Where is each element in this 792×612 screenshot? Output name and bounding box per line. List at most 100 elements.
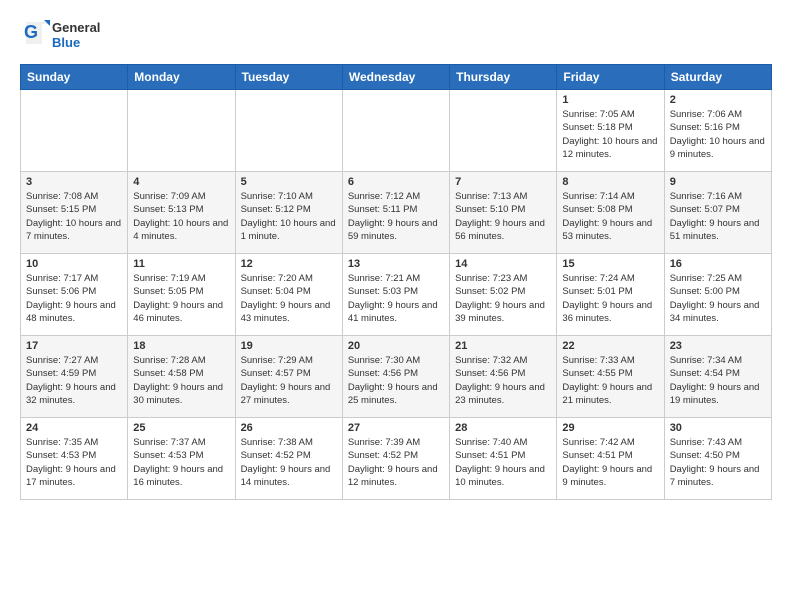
day-info: Sunrise: 7:20 AM Sunset: 5:04 PM Dayligh…	[241, 272, 337, 325]
day-number: 23	[670, 340, 766, 352]
page: General Blue G SundayMondayTuesdayWednes…	[0, 0, 792, 510]
calendar-week-2: 3 Sunrise: 7:08 AM Sunset: 5:15 PM Daylig…	[21, 172, 772, 254]
calendar-cell: 4 Sunrise: 7:09 AM Sunset: 5:13 PM Daylig…	[128, 172, 235, 254]
calendar-cell: 6 Sunrise: 7:12 AM Sunset: 5:11 PM Daylig…	[342, 172, 449, 254]
day-number: 26	[241, 422, 337, 434]
calendar-cell: 10 Sunrise: 7:17 AM Sunset: 5:06 PM Dayli…	[21, 254, 128, 336]
calendar-cell	[450, 90, 557, 172]
day-number: 14	[455, 258, 551, 270]
day-info: Sunrise: 7:43 AM Sunset: 4:50 PM Dayligh…	[670, 436, 766, 489]
calendar-week-1: 1 Sunrise: 7:05 AM Sunset: 5:18 PM Daylig…	[21, 90, 772, 172]
calendar-cell: 21Sunrise: 7:32 AM Sunset: 4:56 PM Dayli…	[450, 336, 557, 418]
day-number: 19	[241, 340, 337, 352]
calendar-cell: 5Sunrise: 7:10 AM Sunset: 5:12 PM Daylig…	[235, 172, 342, 254]
day-info: Sunrise: 7:38 AM Sunset: 4:52 PM Dayligh…	[241, 436, 337, 489]
day-number: 9	[670, 176, 766, 188]
calendar-cell: 23 Sunrise: 7:34 AM Sunset: 4:54 PM Dayli…	[664, 336, 771, 418]
calendar-cell	[21, 90, 128, 172]
calendar-cell: 27Sunrise: 7:39 AM Sunset: 4:52 PM Dayli…	[342, 418, 449, 500]
svg-text:G: G	[24, 22, 38, 42]
logo: General Blue G	[20, 16, 110, 52]
day-number: 22	[562, 340, 658, 352]
day-number: 25	[133, 422, 229, 434]
day-number: 4	[133, 176, 229, 188]
day-info: Sunrise: 7:37 AM Sunset: 4:53 PM Dayligh…	[133, 436, 229, 489]
svg-text:Blue: Blue	[52, 35, 80, 50]
calendar-header-saturday: Saturday	[664, 65, 771, 90]
day-number: 10	[26, 258, 122, 270]
day-info: Sunrise: 7:34 AM Sunset: 4:54 PM Dayligh…	[670, 354, 766, 407]
day-number: 29	[562, 422, 658, 434]
day-info: Sunrise: 7:40 AM Sunset: 4:51 PM Dayligh…	[455, 436, 551, 489]
day-info: Sunrise: 7:29 AM Sunset: 4:57 PM Dayligh…	[241, 354, 337, 407]
day-info: Sunrise: 7:05 AM Sunset: 5:18 PM Dayligh…	[562, 108, 658, 161]
day-info: Sunrise: 7:17 AM Sunset: 5:06 PM Dayligh…	[26, 272, 122, 325]
calendar-week-3: 10 Sunrise: 7:17 AM Sunset: 5:06 PM Dayli…	[21, 254, 772, 336]
calendar-cell: 19 Sunrise: 7:29 AM Sunset: 4:57 PM Dayli…	[235, 336, 342, 418]
calendar-cell: 11Sunrise: 7:19 AM Sunset: 5:05 PM Dayli…	[128, 254, 235, 336]
calendar-week-4: 17 Sunrise: 7:27 AM Sunset: 4:59 PM Dayli…	[21, 336, 772, 418]
day-info: Sunrise: 7:13 AM Sunset: 5:10 PM Dayligh…	[455, 190, 551, 243]
calendar-cell: 24 Sunrise: 7:35 AM Sunset: 4:53 PM Dayli…	[21, 418, 128, 500]
day-number: 8	[562, 176, 658, 188]
day-number: 17	[26, 340, 122, 352]
day-info: Sunrise: 7:09 AM Sunset: 5:13 PM Dayligh…	[133, 190, 229, 243]
day-info: Sunrise: 7:33 AM Sunset: 4:55 PM Dayligh…	[562, 354, 658, 407]
day-info: Sunrise: 7:23 AM Sunset: 5:02 PM Dayligh…	[455, 272, 551, 325]
calendar-header-monday: Monday	[128, 65, 235, 90]
day-number: 21	[455, 340, 551, 352]
calendar-header-friday: Friday	[557, 65, 664, 90]
day-info: Sunrise: 7:06 AM Sunset: 5:16 PM Dayligh…	[670, 108, 766, 161]
day-info: Sunrise: 7:16 AM Sunset: 5:07 PM Dayligh…	[670, 190, 766, 243]
calendar-cell: 22 Sunrise: 7:33 AM Sunset: 4:55 PM Dayli…	[557, 336, 664, 418]
calendar-cell: 13 Sunrise: 7:21 AM Sunset: 5:03 PM Dayli…	[342, 254, 449, 336]
day-number: 1	[562, 94, 658, 106]
day-info: Sunrise: 7:30 AM Sunset: 4:56 PM Dayligh…	[348, 354, 444, 407]
svg-text:General: General	[52, 20, 100, 35]
day-info: Sunrise: 7:35 AM Sunset: 4:53 PM Dayligh…	[26, 436, 122, 489]
day-info: Sunrise: 7:24 AM Sunset: 5:01 PM Dayligh…	[562, 272, 658, 325]
day-number: 24	[26, 422, 122, 434]
calendar-header-thursday: Thursday	[450, 65, 557, 90]
day-number: 5	[241, 176, 337, 188]
calendar-cell: 18 Sunrise: 7:28 AM Sunset: 4:58 PM Dayli…	[128, 336, 235, 418]
calendar-cell: 9 Sunrise: 7:16 AM Sunset: 5:07 PM Daylig…	[664, 172, 771, 254]
calendar-cell: 14 Sunrise: 7:23 AM Sunset: 5:02 PM Dayli…	[450, 254, 557, 336]
calendar-cell: 16 Sunrise: 7:25 AM Sunset: 5:00 PM Dayli…	[664, 254, 771, 336]
day-number: 28	[455, 422, 551, 434]
calendar-cell: 8Sunrise: 7:14 AM Sunset: 5:08 PM Daylig…	[557, 172, 664, 254]
calendar-header-row: SundayMondayTuesdayWednesdayThursdayFrid…	[21, 65, 772, 90]
day-info: Sunrise: 7:27 AM Sunset: 4:59 PM Dayligh…	[26, 354, 122, 407]
day-number: 27	[348, 422, 444, 434]
calendar-header-wednesday: Wednesday	[342, 65, 449, 90]
day-number: 13	[348, 258, 444, 270]
day-number: 20	[348, 340, 444, 352]
calendar-cell: 25 Sunrise: 7:37 AM Sunset: 4:53 PM Dayli…	[128, 418, 235, 500]
day-number: 11	[133, 258, 229, 270]
day-number: 6	[348, 176, 444, 188]
calendar-week-5: 24 Sunrise: 7:35 AM Sunset: 4:53 PM Dayli…	[21, 418, 772, 500]
day-number: 3	[26, 176, 122, 188]
day-info: Sunrise: 7:21 AM Sunset: 5:03 PM Dayligh…	[348, 272, 444, 325]
calendar-cell: 3 Sunrise: 7:08 AM Sunset: 5:15 PM Daylig…	[21, 172, 128, 254]
day-number: 18	[133, 340, 229, 352]
calendar-cell: 2 Sunrise: 7:06 AM Sunset: 5:16 PM Daylig…	[664, 90, 771, 172]
calendar-cell	[128, 90, 235, 172]
calendar-cell: 20 Sunrise: 7:30 AM Sunset: 4:56 PM Dayli…	[342, 336, 449, 418]
day-number: 2	[670, 94, 766, 106]
calendar-cell	[342, 90, 449, 172]
day-info: Sunrise: 7:28 AM Sunset: 4:58 PM Dayligh…	[133, 354, 229, 407]
day-number: 16	[670, 258, 766, 270]
day-info: Sunrise: 7:25 AM Sunset: 5:00 PM Dayligh…	[670, 272, 766, 325]
calendar-cell: 26 Sunrise: 7:38 AM Sunset: 4:52 PM Dayli…	[235, 418, 342, 500]
calendar: SundayMondayTuesdayWednesdayThursdayFrid…	[20, 64, 772, 500]
day-info: Sunrise: 7:12 AM Sunset: 5:11 PM Dayligh…	[348, 190, 444, 243]
day-number: 7	[455, 176, 551, 188]
calendar-cell: 1 Sunrise: 7:05 AM Sunset: 5:18 PM Daylig…	[557, 90, 664, 172]
calendar-cell: 29Sunrise: 7:42 AM Sunset: 4:51 PM Dayli…	[557, 418, 664, 500]
calendar-header-sunday: Sunday	[21, 65, 128, 90]
day-info: Sunrise: 7:08 AM Sunset: 5:15 PM Dayligh…	[26, 190, 122, 243]
logo-svg: General Blue G	[20, 16, 110, 52]
calendar-header-tuesday: Tuesday	[235, 65, 342, 90]
calendar-cell: 30Sunrise: 7:43 AM Sunset: 4:50 PM Dayli…	[664, 418, 771, 500]
